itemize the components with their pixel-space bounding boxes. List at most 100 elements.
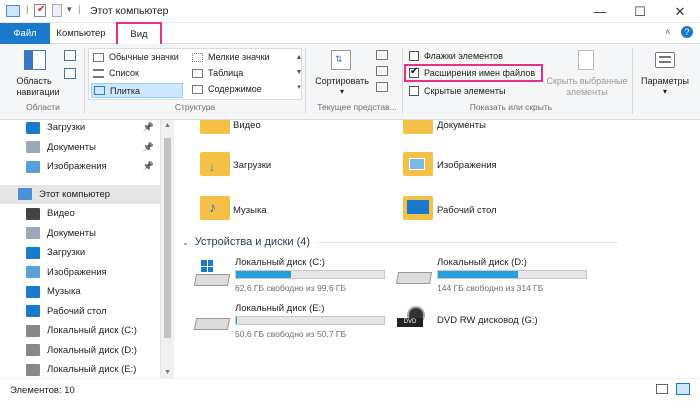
folder-video-icon[interactable]	[200, 120, 230, 134]
nav-item[interactable]: Документы 📌	[0, 138, 160, 157]
hidden-items-option[interactable]: Скрытые элементы	[409, 86, 505, 96]
drive-name[interactable]: Локальный диск (E:)	[235, 303, 324, 314]
group-by-icon[interactable]	[376, 50, 388, 60]
nav-scrollbar[interactable]: ▲ ▼	[160, 120, 174, 378]
item-count: Элементов: 10	[10, 385, 75, 396]
folder-desktop-icon[interactable]	[403, 196, 433, 220]
folder-label[interactable]: Рабочий стол	[437, 205, 497, 216]
ribbon: Область навигации Области Обычные значки…	[0, 44, 700, 120]
nav-item-label: Локальный диск (E:)	[47, 364, 137, 375]
list-view-icon	[93, 68, 104, 78]
nav-item-label: Локальный диск (D:)	[47, 344, 137, 356]
folder-pictures-icon[interactable]	[403, 152, 433, 176]
drive-name[interactable]: Локальный диск (D:)	[437, 257, 527, 268]
hide-selected-button[interactable]: Скрыть выбранные элементы	[546, 48, 628, 100]
help-icon[interactable]: ?	[681, 26, 693, 38]
folder-downloads-icon[interactable]: ↓	[200, 152, 230, 176]
large-icons-view-toggle-icon[interactable]	[676, 383, 690, 395]
nav-item[interactable]: Музыка	[0, 282, 160, 301]
pin-icon[interactable]: 📌	[143, 142, 154, 153]
folder-label[interactable]: Документы	[437, 120, 486, 131]
collapse-ribbon-icon[interactable]: ˄	[665, 27, 670, 37]
layout-gallery: Обычные значки Мелкие значки Список Табл…	[88, 48, 302, 100]
content-view-icon	[192, 84, 203, 94]
folder-label[interactable]: Музыка	[233, 205, 267, 216]
documents-icon	[26, 227, 40, 239]
size-columns-icon[interactable]	[376, 82, 388, 92]
icons-view-icon	[93, 52, 104, 62]
tab-computer[interactable]: Компьютер	[50, 23, 112, 44]
nav-item[interactable]: Локальный диск (C:)	[0, 321, 160, 340]
nav-item[interactable]: Локальный диск (D:)	[0, 341, 160, 360]
music-icon	[26, 285, 40, 298]
desktop-icon	[26, 305, 40, 317]
nav-item-label: Документы	[47, 227, 96, 239]
pin-icon[interactable]: 📌	[143, 122, 154, 133]
dvd-drive-icon[interactable]: DVD	[397, 306, 433, 332]
pictures-icon	[26, 160, 40, 173]
add-columns-icon[interactable]	[376, 66, 388, 76]
tab-view[interactable]: Вид	[116, 22, 162, 45]
video-icon	[26, 207, 40, 220]
options-button[interactable]: Параметры ▾	[636, 48, 694, 100]
documents-icon	[26, 141, 40, 153]
gallery-scroll[interactable]: ▲ ▼ ▾	[295, 50, 303, 95]
pin-icon[interactable]: 📌	[143, 161, 154, 172]
nav-item[interactable]: Рабочий стол	[0, 302, 160, 321]
drive-name[interactable]: Локальный диск (C:)	[235, 257, 325, 268]
layout-content[interactable]: Содержимое	[192, 84, 262, 94]
folder-label[interactable]: Изображения	[437, 160, 497, 171]
close-button[interactable]: ✕	[660, 0, 700, 23]
item-checkboxes-checkbox[interactable]	[409, 51, 419, 61]
layout-large-icons[interactable]: Обычные значки	[93, 52, 179, 62]
drive-e-icon[interactable]	[193, 306, 231, 332]
download-icon	[26, 246, 40, 259]
nav-item[interactable]: Документы	[0, 224, 160, 243]
item-checkboxes-option[interactable]: Флажки элементов	[409, 51, 503, 61]
maximize-button[interactable]: ☐	[620, 0, 660, 23]
nav-item-label: Локальный диск (C:)	[47, 325, 137, 336]
nav-item[interactable]: Изображения	[0, 263, 160, 282]
layout-details[interactable]: Таблица	[192, 68, 243, 78]
folder-documents-icon[interactable]	[403, 120, 433, 134]
drive-free-space: 144 ГБ свободно из 314 ГБ	[437, 283, 544, 293]
folder-label[interactable]: Видео	[233, 120, 261, 131]
layout-tiles[interactable]: Плитка	[91, 83, 183, 98]
nav-item[interactable]: Этот компьютер	[0, 184, 160, 204]
properties-icon[interactable]: ✔	[34, 4, 46, 17]
chevron-down-icon[interactable]: ⌄	[182, 238, 189, 247]
folder-music-icon[interactable]: ♪	[200, 196, 230, 220]
nav-item[interactable]: Загрузки 📌	[0, 118, 160, 137]
nav-item[interactable]: Видео	[0, 204, 160, 223]
file-extensions-option[interactable]: Расширения имен файлов	[404, 64, 543, 82]
tab-file[interactable]: Файл	[0, 23, 50, 44]
drive-usage-bar	[235, 270, 385, 279]
drive-d-icon[interactable]	[395, 260, 433, 286]
drive-c-icon[interactable]	[193, 260, 231, 286]
sort-by-button[interactable]: ⇅ Сортировать ▾	[310, 48, 374, 100]
drive-name[interactable]: DVD RW дисковод (G:)	[437, 315, 538, 326]
navigation-pane-button[interactable]: Область навигации	[8, 48, 60, 100]
hidden-items-checkbox[interactable]	[409, 86, 419, 96]
details-view-toggle-icon[interactable]	[656, 384, 668, 394]
nav-item[interactable]: Локальный диск (E:)	[0, 360, 160, 379]
nav-item[interactable]: Изображения 📌	[0, 157, 160, 176]
minimize-button[interactable]: —	[580, 0, 620, 23]
pictures-icon	[26, 266, 40, 278]
nav-item-label: Рабочий стол	[47, 305, 107, 317]
layout-small-icons[interactable]: Мелкие значки	[192, 52, 270, 62]
quick-access-dropdown-icon[interactable]: ▾	[67, 4, 72, 15]
new-folder-icon[interactable]	[52, 4, 62, 17]
drive-usage-fill	[438, 271, 518, 278]
details-view-icon	[192, 68, 203, 78]
computer-icon[interactable]	[6, 5, 20, 17]
ribbon-tabs: Файл Компьютер Вид ˄ ?	[0, 22, 700, 45]
devices-section-header[interactable]: ⌄ Устройства и диски (4)	[182, 236, 619, 248]
layout-list[interactable]: Список	[93, 68, 139, 78]
details-pane-icon[interactable]	[64, 68, 76, 79]
folder-label[interactable]: Загрузки	[233, 160, 271, 171]
preview-pane-icon[interactable]	[64, 50, 76, 61]
nav-item[interactable]: Загрузки	[0, 243, 160, 262]
file-extensions-checkbox[interactable]	[409, 68, 419, 78]
drive-usage-fill	[236, 271, 291, 278]
